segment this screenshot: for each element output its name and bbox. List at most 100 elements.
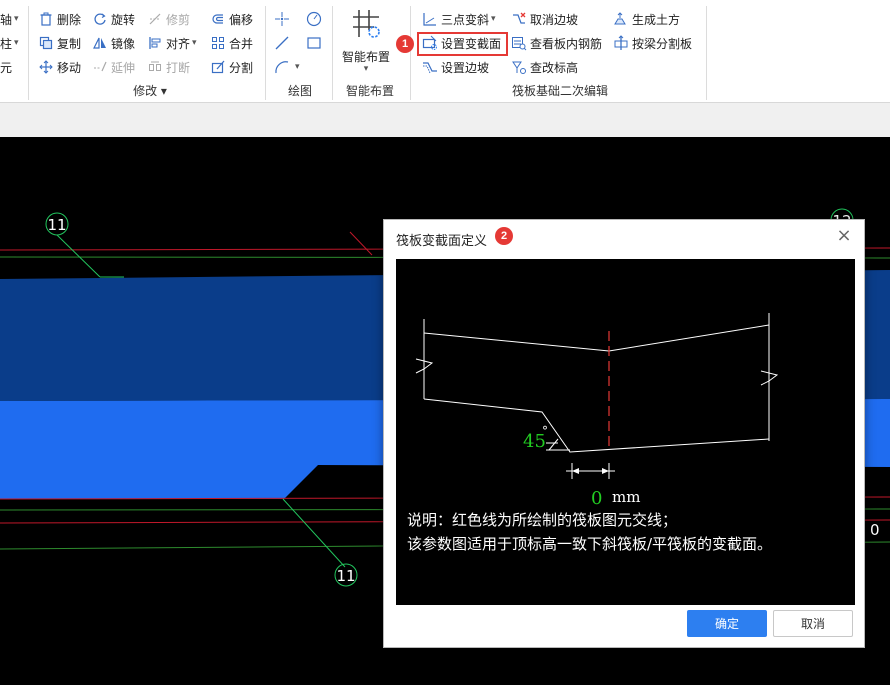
grid-layout-icon	[350, 8, 382, 44]
note-line-2: 该参数图适用于顶标高一致下斜筏板/平筏板的变截面。	[407, 535, 773, 553]
line-icon	[274, 35, 290, 51]
rebar-view-icon	[511, 35, 527, 51]
set-slope-button[interactable]: 设置边坡	[422, 57, 489, 77]
rotate-label: 旋转	[111, 12, 136, 27]
align-button[interactable]: 对齐 ▾	[147, 33, 197, 53]
generate-earthwork-button[interactable]: 生成土方	[613, 9, 680, 29]
draw-arc-button[interactable]: ▾	[274, 57, 300, 77]
extend-label: 延伸	[111, 60, 136, 75]
split-by-beam-label: 按梁分割板	[632, 36, 693, 51]
view-rebar-button[interactable]: 查看板内钢筋	[511, 33, 602, 53]
cancel-button[interactable]: 取消	[773, 610, 853, 637]
edit-elevation-button[interactable]: 查改标高	[511, 57, 578, 77]
group-divider	[265, 6, 266, 100]
axis-line-11	[56, 234, 101, 278]
split-button[interactable]: 分割	[210, 57, 253, 77]
extend-icon	[92, 59, 108, 75]
copy-icon	[38, 35, 54, 51]
note-line-1: 说明：红色线为所绘制的筏板图元交线；	[407, 511, 678, 529]
slope-icon	[422, 11, 438, 27]
dialog-title: 筏板变截面定义	[396, 234, 488, 249]
cancel-slope-label: 取消边坡	[530, 12, 579, 27]
earthwork-icon	[613, 11, 629, 27]
offset-value[interactable]: 0	[591, 488, 602, 509]
rotate-icon	[92, 11, 108, 27]
close-icon[interactable]: ×	[834, 226, 854, 246]
ok-button[interactable]: 确定	[687, 610, 767, 637]
edit-elevation-label: 查改标高	[530, 60, 579, 75]
trim-button[interactable]: 修剪	[147, 9, 190, 29]
offset-icon	[210, 11, 226, 27]
view-rebar-label: 查看板内钢筋	[530, 36, 603, 51]
draw-point-button[interactable]	[274, 9, 293, 29]
set-slope-label: 设置边坡	[441, 60, 490, 75]
offset-label: 偏移	[229, 12, 254, 27]
move-button[interactable]: 移动	[38, 57, 81, 77]
draw-line-button[interactable]	[274, 33, 293, 53]
move-label: 移动	[57, 60, 82, 75]
ribbon-column-item-cut[interactable]: 柱 ▾	[0, 33, 19, 53]
beam-split-icon	[613, 35, 629, 51]
three-point-slope-label: 三点变斜	[441, 12, 490, 27]
smart-layout-button[interactable]: 智能布置 ▾	[340, 8, 392, 78]
cancel-slope-button[interactable]: 取消边坡	[511, 9, 578, 29]
trash-icon	[38, 11, 54, 27]
group-divider	[706, 6, 707, 100]
ribbon-unit-item-cut[interactable]: 元	[0, 57, 12, 77]
draw-rectangle-button[interactable]	[306, 33, 325, 53]
delete-label: 删除	[57, 12, 82, 27]
draw-group-label: 绘图	[287, 84, 312, 98]
axis-label-11: 11	[47, 216, 66, 234]
red-gridline	[349, 231, 373, 256]
raft-section-dialog: 筏板变截面定义 2 × 45 ° 0 mm 说明：红色线为所绘制的筏板图元交线；…	[383, 219, 865, 648]
draw-circle-button[interactable]	[306, 9, 325, 29]
ribbon-toolbar: 轴 ▾ 柱 ▾ 元 删除 旋转 修剪 偏移 复制 镜像 对齐 ▾ 合并 移动 延…	[0, 0, 890, 103]
circle-icon	[306, 11, 322, 27]
arc-icon	[274, 59, 290, 75]
copy-button[interactable]: 复制	[38, 33, 81, 53]
break-icon	[147, 59, 163, 75]
section-parameter-diagram: 45 ° 0 mm 说明：红色线为所绘制的筏板图元交线； 该参数图适用于顶标高一…	[396, 259, 855, 605]
toolbar-strip	[0, 103, 890, 137]
ribbon-axis-item-cut[interactable]: 轴 ▾	[0, 9, 19, 29]
chevron-down-icon: ▾	[14, 38, 19, 48]
rectangle-icon	[306, 35, 322, 51]
extend-button[interactable]: 延伸	[92, 57, 135, 77]
ribbon-unit-label: 元	[0, 60, 13, 75]
offset-unit: mm	[612, 488, 640, 506]
group-divider	[410, 6, 411, 100]
copy-label: 复制	[57, 36, 82, 51]
merge-label: 合并	[229, 36, 254, 51]
split-by-beam-button[interactable]: 按梁分割板	[613, 33, 692, 53]
merge-button[interactable]: 合并	[210, 33, 253, 53]
rotate-button[interactable]: 旋转	[92, 9, 135, 29]
break-button[interactable]: 打断	[147, 57, 190, 77]
group-divider	[332, 6, 333, 100]
ribbon-axis-label: 轴	[0, 12, 13, 27]
step-badge-1: 1	[396, 35, 414, 53]
chevron-down-icon: ▾	[160, 84, 167, 98]
smart-group-label: 智能布置	[345, 84, 394, 98]
group-divider	[28, 6, 29, 100]
raft-edit-group-label: 筏板基础二次编辑	[511, 84, 608, 98]
split-icon	[210, 59, 226, 75]
slab-top-edge	[423, 324, 770, 352]
mirror-label: 镜像	[111, 36, 136, 51]
align-label: 对齐	[166, 36, 191, 51]
align-icon	[147, 35, 163, 51]
cancel-slope-icon	[511, 11, 527, 27]
split-label: 分割	[229, 60, 254, 75]
modify-group-label[interactable]: 修改 ▾	[110, 82, 190, 99]
move-icon	[38, 59, 54, 75]
chevron-down-icon: ▾	[192, 38, 197, 48]
three-point-slope-button[interactable]: 三点变斜 ▾	[422, 9, 496, 29]
delete-button[interactable]: 删除	[38, 9, 81, 29]
trim-label: 修剪	[166, 12, 191, 27]
mirror-button[interactable]: 镜像	[92, 33, 135, 53]
axis-label-edge: 0	[870, 521, 880, 539]
chevron-down-icon: ▾	[295, 62, 300, 72]
offset-button[interactable]: 偏移	[210, 9, 253, 29]
step-badge-2: 2	[495, 227, 513, 245]
break-label: 打断	[166, 60, 191, 75]
modify-group-text: 修改	[133, 84, 158, 98]
